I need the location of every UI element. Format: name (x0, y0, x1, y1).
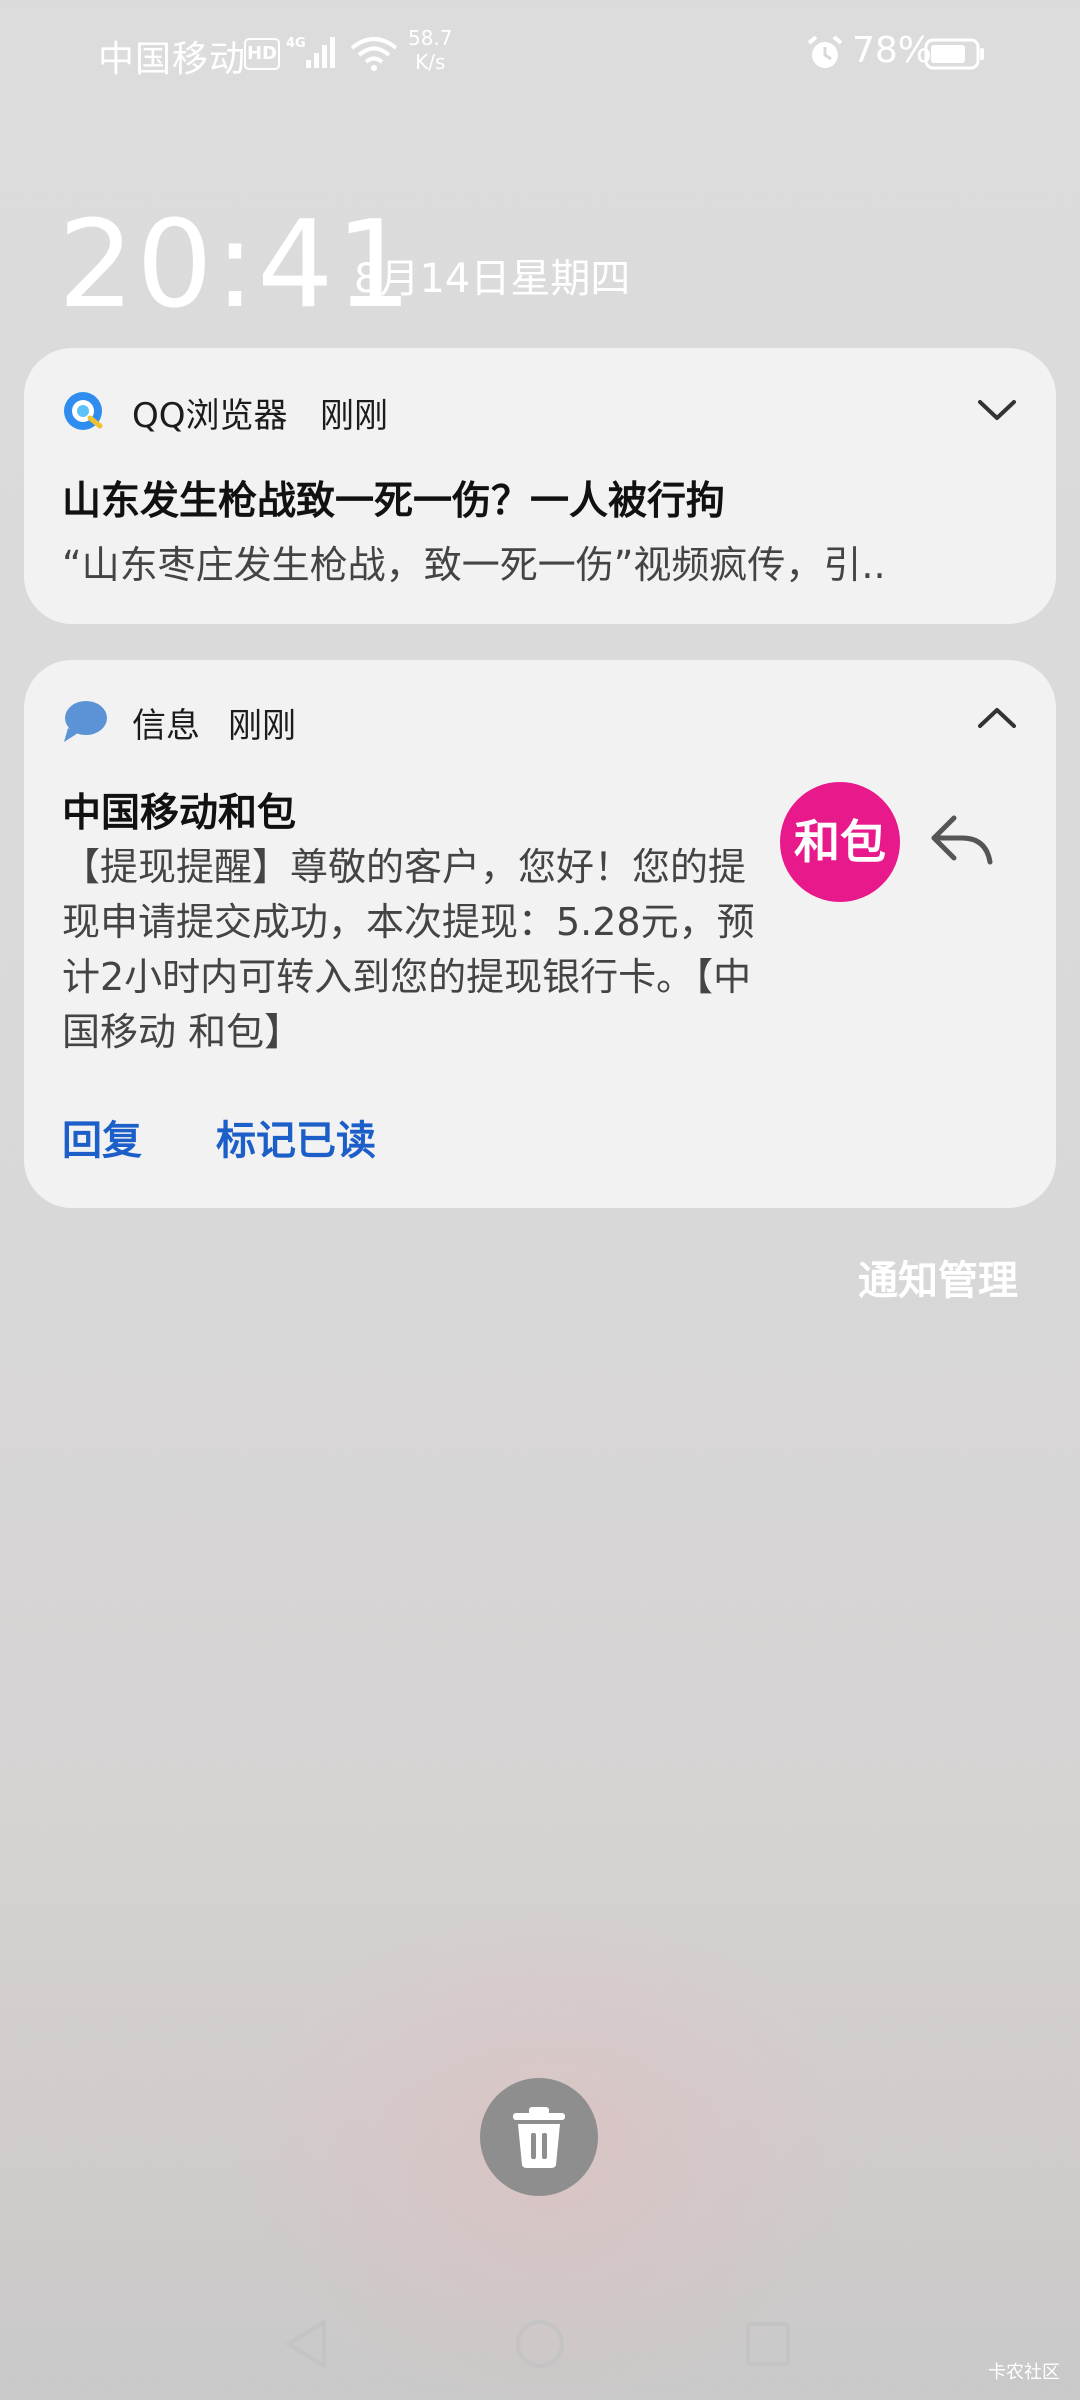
notification-time: 刚刚 (228, 706, 296, 746)
reply-icon[interactable] (928, 812, 996, 868)
watermark: 卡农社区 (988, 2362, 1060, 2383)
notification-title: 山东发生枪战致一死一伤？一人被行拘 (62, 479, 726, 524)
trash-icon (513, 2107, 565, 2168)
message-body: 【提现提醒】尊敬的客户，您好！您的提现申请提交成功，本次提现：5.28元，预计2… (62, 845, 755, 1054)
battery-percentage: 78% (852, 30, 933, 71)
message-bubble-icon (64, 701, 107, 742)
alarm-icon (807, 35, 843, 68)
notification-body: “山东枣庄发生枪战，致一死一伤”视频疯传，引.. (62, 543, 886, 587)
chevron-up-icon[interactable] (976, 704, 1018, 732)
reply-button[interactable]: 回复 (62, 1108, 142, 1166)
carrier-name: 中国移动 (98, 39, 247, 80)
net-speed-unit: K/s (415, 50, 446, 74)
notification-app-name: 信息 (132, 706, 200, 746)
network-type-label: 4G (286, 36, 306, 51)
message-sender: 中国移动和包 (62, 791, 297, 836)
clear-notifications-button[interactable] (480, 2078, 598, 2196)
recents-icon[interactable] (744, 2320, 792, 2368)
net-speed-value: 58.7 (408, 26, 453, 50)
wifi-icon (350, 37, 398, 71)
lockscreen-date: 8月14日星期四 (354, 256, 631, 302)
battery-icon (924, 38, 984, 70)
qq-browser-icon (64, 392, 103, 430)
back-icon[interactable] (282, 2318, 332, 2370)
hd-icon: HD (244, 38, 280, 70)
home-icon[interactable] (514, 2318, 566, 2370)
notification-app-name: QQ浏览器 (132, 396, 288, 436)
mark-read-button[interactable]: 标记已读 (216, 1108, 376, 1166)
signal-icon: 4G (286, 36, 335, 68)
network-speed: 58.7 K/s (408, 26, 453, 74)
sender-avatar: 和包 (780, 782, 900, 902)
notification-time: 刚刚 (320, 396, 388, 436)
status-bar: 中国移动 HD 4G 58.7 K/s 78% (0, 0, 1080, 110)
chevron-down-icon[interactable] (976, 396, 1018, 424)
notification-management-link[interactable]: 通知管理 (858, 1248, 1018, 1306)
notification-card-qq-browser[interactable]: QQ浏览器 刚刚 山东发生枪战致一死一伤？一人被行拘 “山东枣庄发生枪战，致一死… (24, 348, 1056, 624)
notification-card-messages[interactable]: 信息 刚刚 中国移动和包 【提现提醒】尊敬的客户，您好！您的提现申请提交成功，本… (24, 660, 1056, 1208)
